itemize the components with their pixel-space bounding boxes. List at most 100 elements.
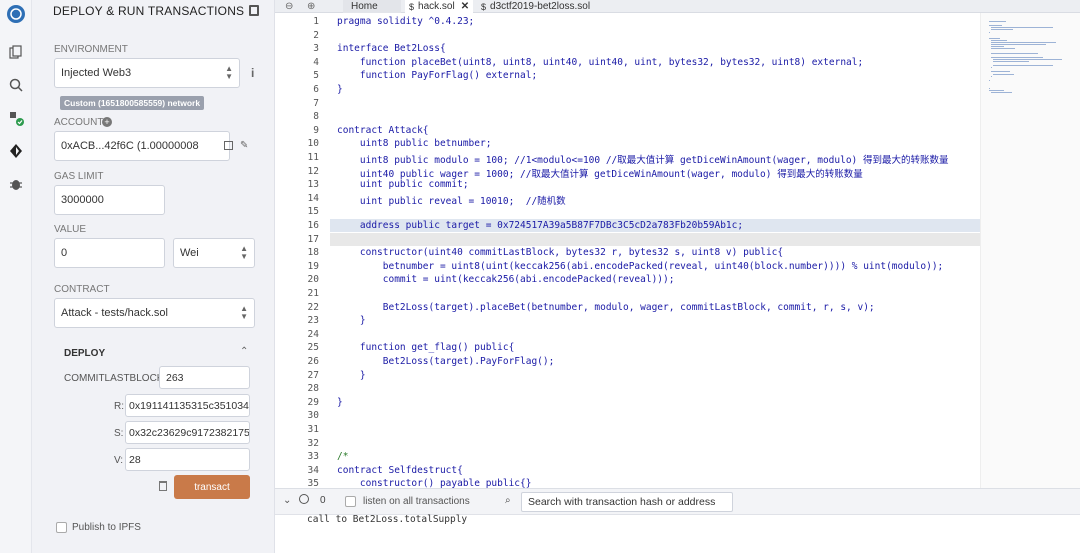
edit-icon[interactable]: ✎ bbox=[240, 140, 248, 151]
editor-tab-bar: ⊖ ⊕ Home $ hack.sol ✕ $ d3ctf2019-bet2lo… bbox=[275, 0, 1080, 13]
param-label-commitlastblock: COMMITLASTBLOCK: bbox=[64, 373, 167, 384]
contract-select[interactable]: Attack - tests/hack.sol ▲ ▼ bbox=[54, 298, 255, 328]
listen-label: listen on all transactions bbox=[363, 496, 470, 507]
line-number: 19 bbox=[307, 260, 319, 272]
compiler-icon[interactable] bbox=[6, 108, 26, 128]
line-number: 34 bbox=[307, 464, 319, 476]
terminal-toolbar: ⌄ 0 listen on all transactions ⌕ Search … bbox=[275, 489, 1080, 515]
select-caret-icon: ▲ ▼ bbox=[225, 64, 233, 81]
line-number: 10 bbox=[307, 138, 319, 150]
environment-label: ENVIRONMENT bbox=[54, 44, 128, 55]
tab-hack-label: hack.sol bbox=[418, 1, 455, 12]
param-label-r: R: bbox=[114, 401, 124, 412]
line-number: 7 bbox=[313, 97, 319, 109]
collapse-terminal-icon[interactable]: ⌄ bbox=[283, 495, 291, 506]
minimap-line bbox=[991, 67, 992, 69]
tab-home[interactable]: Home bbox=[343, 0, 401, 13]
file-icon: $ bbox=[481, 1, 487, 12]
zoom-out-icon[interactable]: ⊖ bbox=[285, 0, 293, 13]
minimap-line bbox=[993, 60, 1029, 62]
line-number: 12 bbox=[307, 165, 319, 177]
line-number: 18 bbox=[307, 247, 319, 259]
line-number: 31 bbox=[307, 424, 319, 435]
line-number: 9 bbox=[313, 124, 319, 136]
line-number: 14 bbox=[307, 192, 319, 204]
terminal-search-icon: ⌕ bbox=[505, 495, 511, 506]
account-select[interactable]: 0xACB...42f6C (1.00000008 bbox=[54, 131, 230, 161]
code-editor[interactable]: 1 2 3 4 5 6 7 8 9 10 11 12 13 14 15 16 17 18 19 20 21 22 23 24 2… bbox=[275, 13, 1080, 488]
deploy-run-panel: DEPLOY & RUN TRANSACTIONS ENVIRONMENT In… bbox=[32, 0, 275, 553]
terminal-output: call to Bet2Loss.totalSupply bbox=[307, 514, 468, 525]
line-number: 11 bbox=[307, 152, 319, 163]
code-line: contract Selfdestruct{ bbox=[337, 464, 463, 476]
account-value: 0xACB...42f6C (1.00000008 bbox=[61, 140, 199, 152]
minimap-line bbox=[991, 92, 1012, 94]
line-number: 8 bbox=[313, 111, 319, 123]
clear-icon[interactable] bbox=[299, 494, 309, 504]
code-line: Bet2Loss(target).placeBet(betnumber, mod… bbox=[337, 301, 875, 313]
tab-home-label: Home bbox=[351, 1, 378, 12]
tab-hack-sol[interactable]: $ hack.sol ✕ bbox=[405, 0, 473, 13]
publish-ipfs-checkbox[interactable] bbox=[56, 522, 67, 533]
network-badge: Custom (1651800585559) network bbox=[60, 96, 205, 110]
debugger-icon[interactable] bbox=[6, 174, 26, 194]
code-line: } bbox=[337, 315, 366, 327]
contract-label: CONTRACT bbox=[54, 284, 110, 295]
line-number: 17 bbox=[307, 233, 319, 245]
add-account-icon[interactable]: + bbox=[102, 117, 112, 127]
code-line: function PayForFlag() external; bbox=[337, 70, 538, 82]
remix-logo-icon[interactable] bbox=[4, 2, 28, 26]
commitlastblock-input[interactable]: 263 bbox=[159, 366, 250, 389]
publish-ipfs-label: Publish to IPFS bbox=[72, 522, 141, 533]
minimap-line bbox=[991, 27, 1053, 29]
line-number: 35 bbox=[307, 478, 319, 488]
minimap-line bbox=[991, 48, 1015, 50]
info-icon[interactable]: i bbox=[251, 66, 254, 80]
cursor-line bbox=[330, 233, 983, 246]
s-input[interactable]: 0x32c23629c91723821756 bbox=[125, 421, 250, 444]
minimap-line bbox=[989, 37, 1001, 39]
file-icon: $ bbox=[409, 1, 415, 12]
file-explorer-icon[interactable] bbox=[6, 42, 26, 62]
transact-button[interactable]: transact bbox=[174, 475, 250, 499]
contract-value: Attack - tests/hack.sol bbox=[61, 307, 168, 319]
deploy-label: DEPLOY bbox=[64, 348, 106, 359]
transaction-search-input[interactable]: Search with transaction hash or address bbox=[521, 492, 733, 512]
code-line: } bbox=[337, 396, 343, 408]
clipboard-icon[interactable] bbox=[159, 481, 167, 491]
minimap-line bbox=[993, 58, 1062, 60]
search-icon[interactable] bbox=[6, 75, 26, 95]
listen-checkbox[interactable] bbox=[345, 496, 356, 507]
line-number: 6 bbox=[313, 84, 319, 95]
value-input[interactable]: 0 bbox=[54, 238, 165, 268]
minimap-line bbox=[991, 52, 1038, 54]
minimap-line bbox=[991, 46, 1005, 48]
v-input[interactable]: 28 bbox=[125, 448, 250, 471]
gas-limit-input[interactable]: 3000000 bbox=[54, 185, 165, 215]
line-number: 29 bbox=[307, 396, 319, 408]
zoom-in-icon[interactable]: ⊕ bbox=[307, 0, 315, 13]
r-input[interactable]: 0x191141135315c35103422 bbox=[125, 394, 250, 417]
minimap-line bbox=[991, 29, 1013, 31]
minimap-line bbox=[993, 73, 1014, 75]
value-unit-select[interactable]: Wei ▲ ▼ bbox=[173, 238, 255, 268]
line-number: 5 bbox=[313, 70, 319, 82]
code-line: uint8 public modulo = 100; //1<modulo<=1… bbox=[337, 155, 949, 166]
collapse-icon[interactable]: ⌃ bbox=[240, 346, 248, 357]
line-number: 13 bbox=[307, 179, 319, 191]
code-line: /* bbox=[337, 451, 349, 463]
account-label: ACCOUNT bbox=[54, 117, 104, 128]
code-line: commit = uint(keccak256(abi.encodePacked… bbox=[337, 274, 675, 286]
minimap-line bbox=[991, 39, 1008, 41]
docs-icon[interactable] bbox=[249, 5, 259, 16]
value-label: VALUE bbox=[54, 224, 87, 235]
environment-select[interactable]: Injected Web3 ▲ ▼ bbox=[54, 58, 240, 88]
tab-d3ctf[interactable]: $ d3ctf2019-bet2loss.sol bbox=[475, 0, 590, 13]
code-line: uint8 public betnumber; bbox=[337, 138, 492, 150]
close-tab-icon[interactable]: ✕ bbox=[461, 1, 469, 12]
minimap-line bbox=[991, 56, 1043, 58]
minimap[interactable] bbox=[980, 13, 1080, 488]
copy-icon[interactable] bbox=[224, 141, 233, 150]
deploy-run-icon[interactable] bbox=[6, 141, 26, 161]
minimap-line bbox=[989, 88, 991, 90]
